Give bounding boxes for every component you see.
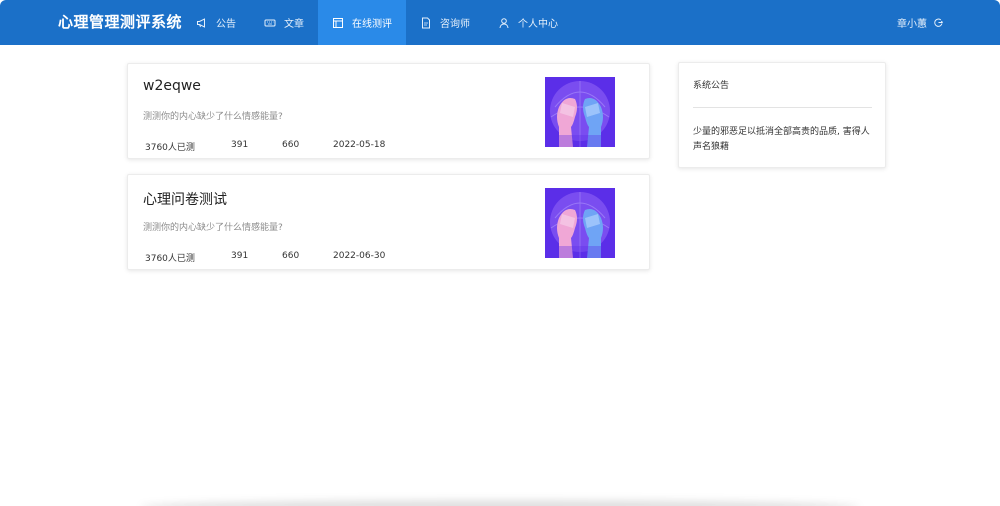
megaphone-icon <box>197 17 205 28</box>
tested-count: 3760人已测 <box>145 143 195 153</box>
document-icon <box>422 17 430 28</box>
username[interactable]: 章小蕙 <box>897 15 927 30</box>
divider <box>693 107 872 108</box>
test-stats: 3760人已测 391 660 2022-05-18 <box>145 140 385 153</box>
test-thumbnail[interactable] <box>545 188 615 258</box>
tested-count: 3760人已测 <box>145 254 195 264</box>
bottom-shadow <box>140 500 860 506</box>
nav-item-profile[interactable]: 个人中心 <box>484 0 572 45</box>
test-title[interactable]: w2eqwe <box>143 78 201 94</box>
window-icon <box>333 17 343 28</box>
nav-label: 在线测评 <box>352 19 392 30</box>
stat-views: 391 <box>231 140 249 150</box>
test-title[interactable]: 心理问卷测试 <box>143 189 227 209</box>
test-description: 测测你的内心缺少了什么情感能量? <box>143 223 283 233</box>
nav-item-online-test[interactable]: 在线测评 <box>318 0 406 45</box>
stat-likes: 660 <box>282 251 300 261</box>
notice-title: 系统公告 <box>693 81 730 91</box>
masked-faces-illustration <box>545 188 615 258</box>
system-notice-panel: 系统公告 少量的邪恶足以抵消全部高贵的品质, 害得人声名狼藉 <box>678 62 886 168</box>
nav-label: 咨询师 <box>440 19 470 30</box>
test-card[interactable]: 心理问卷测试 测测你的内心缺少了什么情感能量? 3760人已测 391 660 … <box>127 174 650 270</box>
test-thumbnail[interactable] <box>545 77 615 147</box>
app-window: 心理管理测评系统 公告 文章 在线测评 咨询师 个人中心 章小蕙 w2eqwe … <box>0 0 1000 506</box>
user-menu[interactable]: 章小蕙 <box>897 0 944 45</box>
test-card[interactable]: w2eqwe 测测你的内心缺少了什么情感能量? 3760人已测 391 660 … <box>127 63 650 159</box>
nav-label: 个人中心 <box>518 19 558 30</box>
top-navbar: 心理管理测评系统 公告 文章 在线测评 咨询师 个人中心 章小蕙 <box>0 0 1000 45</box>
nav-item-announcements[interactable]: 公告 <box>182 0 250 45</box>
test-date: 2022-06-30 <box>333 251 386 261</box>
masked-faces-illustration <box>545 77 615 147</box>
nav-label: 文章 <box>284 19 304 30</box>
test-description: 测测你的内心缺少了什么情感能量? <box>143 112 283 122</box>
notice-body: 少量的邪恶足以抵消全部高贵的品质, 害得人声名狼藉 <box>693 127 870 152</box>
nav-item-articles[interactable]: 文章 <box>250 0 318 45</box>
stat-likes: 660 <box>282 140 300 150</box>
keyboard-icon <box>264 19 276 26</box>
nav-item-counselors[interactable]: 咨询师 <box>406 0 484 45</box>
stat-views: 391 <box>231 251 249 261</box>
nav-label: 公告 <box>216 19 236 30</box>
main-nav: 公告 文章 在线测评 咨询师 个人中心 <box>182 0 572 45</box>
test-date: 2022-05-18 <box>333 140 386 150</box>
user-icon <box>499 17 509 28</box>
test-stats: 3760人已测 391 660 2022-06-30 <box>145 251 385 264</box>
brand-title[interactable]: 心理管理测评系统 <box>58 0 182 45</box>
logout-icon[interactable] <box>933 17 944 28</box>
